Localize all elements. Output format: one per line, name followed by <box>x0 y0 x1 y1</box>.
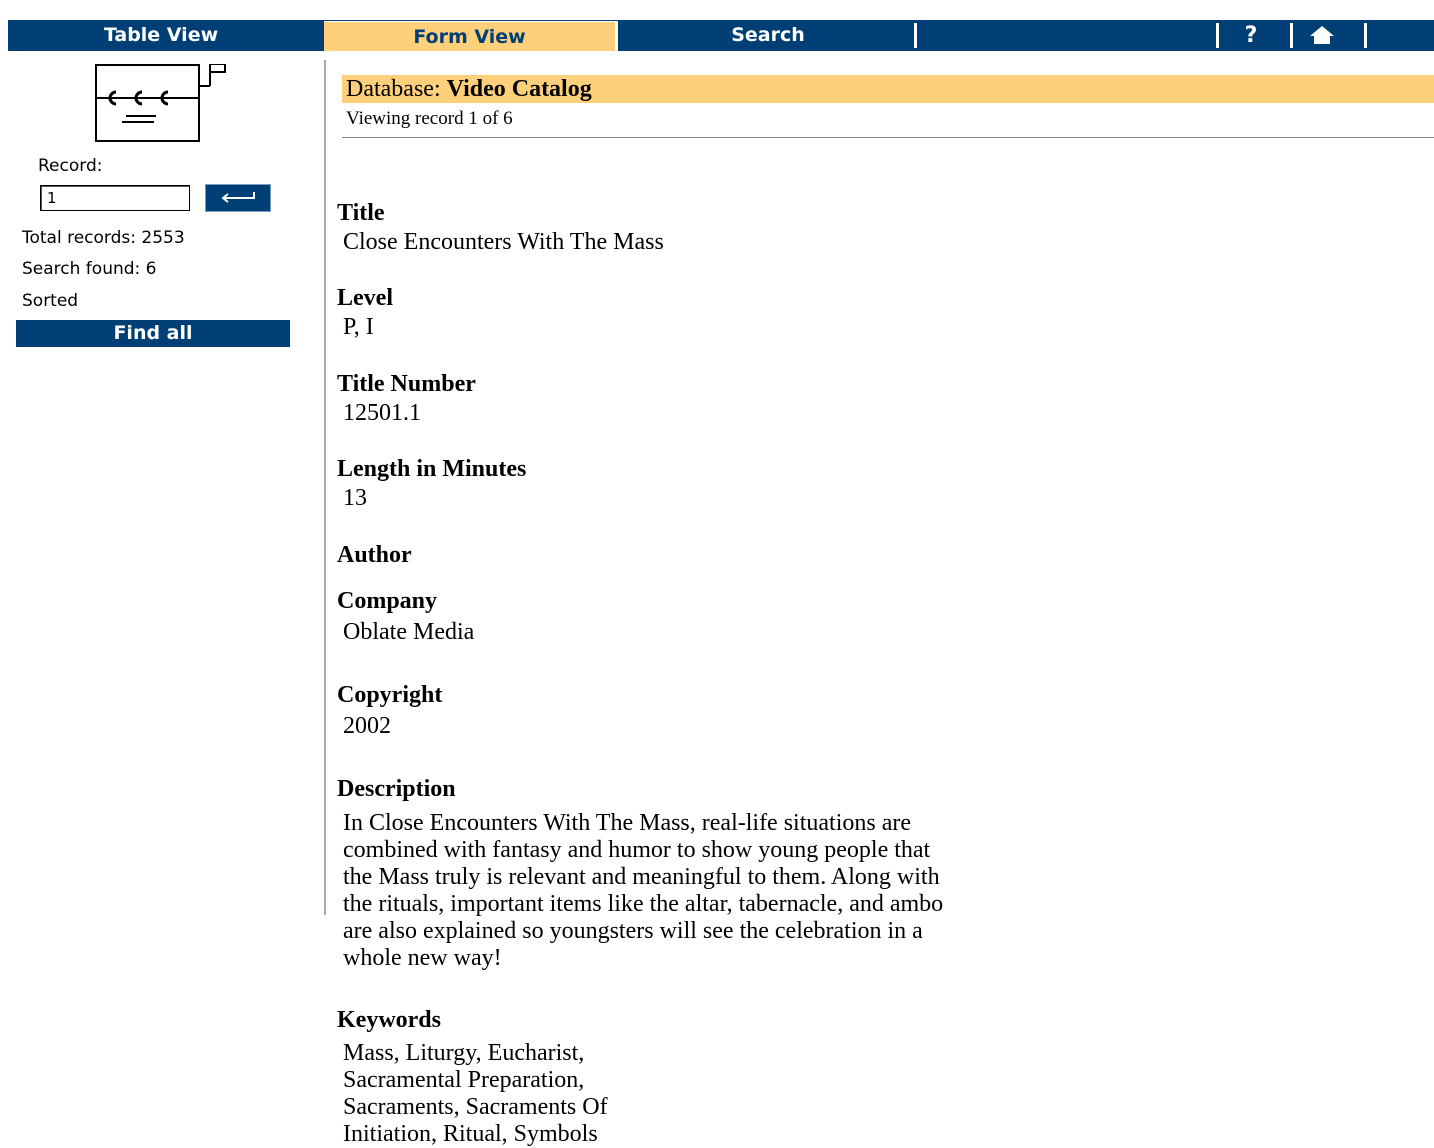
keywords-line: Initiation, Ritual, Symbols <box>343 1121 598 1147</box>
field-label-title-number: Title Number <box>337 371 476 397</box>
search-found-count: Search found: 6 <box>22 259 157 279</box>
field-value-copyright: 2002 <box>343 713 391 739</box>
field-value-description: In Close Encounters With The Mass, real-… <box>343 810 1243 972</box>
nav-divider <box>1290 23 1293 48</box>
description-line: combined with fantasy and humor to show … <box>343 837 931 863</box>
field-value-title: Close Encounters With The Mass <box>343 229 664 255</box>
field-value-company: Oblate Media <box>343 619 475 645</box>
tab-form-view[interactable]: Form View <box>324 21 618 51</box>
top-nav-bar: Table View Form View Search ? <box>8 20 1434 51</box>
field-value-length: 13 <box>343 485 367 511</box>
return-arrow-icon <box>221 191 255 203</box>
sorted-status: Sorted <box>22 291 79 311</box>
description-line: the Mass truly is relevant and meaningfu… <box>343 864 940 890</box>
viewing-record-status: Viewing record 1 of 6 <box>346 108 513 129</box>
tab-table-view[interactable]: Table View <box>8 20 314 51</box>
description-line: the rituals, important items like the al… <box>343 891 944 917</box>
field-label-title: Title <box>337 200 385 226</box>
total-records: Total records: 2553 <box>22 228 185 248</box>
database-header: Database: Video Catalog <box>342 75 1434 103</box>
keywords-line: Mass, Liturgy, Eucharist, <box>343 1040 585 1066</box>
nav-divider <box>1364 23 1367 48</box>
record-label: Record: <box>38 156 103 176</box>
description-line: In Close Encounters With The Mass, real-… <box>343 810 912 836</box>
field-label-keywords: Keywords <box>337 1007 441 1033</box>
question-mark-icon[interactable]: ? <box>1233 20 1269 51</box>
database-prefix: Database: <box>346 76 447 102</box>
field-value-title-number: 12501.1 <box>343 400 421 426</box>
field-label-description: Description <box>337 776 456 802</box>
description-line: are also explained so youngsters will se… <box>343 918 923 944</box>
record-number-input[interactable] <box>40 185 190 211</box>
description-line: whole new way! <box>343 945 502 971</box>
field-label-copyright: Copyright <box>337 682 443 708</box>
header-rule <box>342 137 1434 138</box>
field-label-length: Length in Minutes <box>337 456 527 482</box>
find-all-button[interactable]: Find all <box>16 320 290 347</box>
notebook-logo-icon <box>95 64 226 142</box>
home-icon[interactable] <box>1304 20 1340 51</box>
nav-divider <box>1216 23 1219 48</box>
database-name: Video Catalog <box>446 76 592 102</box>
vertical-divider <box>324 60 326 915</box>
tab-search[interactable]: Search <box>623 20 913 51</box>
keywords-line: Sacramental Preparation, <box>343 1067 585 1093</box>
nav-divider <box>914 23 917 48</box>
field-value-level: P, I <box>343 314 374 340</box>
field-label-level: Level <box>337 285 393 311</box>
field-label-author: Author <box>337 542 412 568</box>
field-value-keywords: Mass, Liturgy, Eucharist, Sacramental Pr… <box>343 1040 763 1148</box>
go-to-record-button[interactable] <box>206 185 270 211</box>
keywords-line: Sacraments, Sacraments Of <box>343 1094 608 1120</box>
field-label-company: Company <box>337 588 438 614</box>
